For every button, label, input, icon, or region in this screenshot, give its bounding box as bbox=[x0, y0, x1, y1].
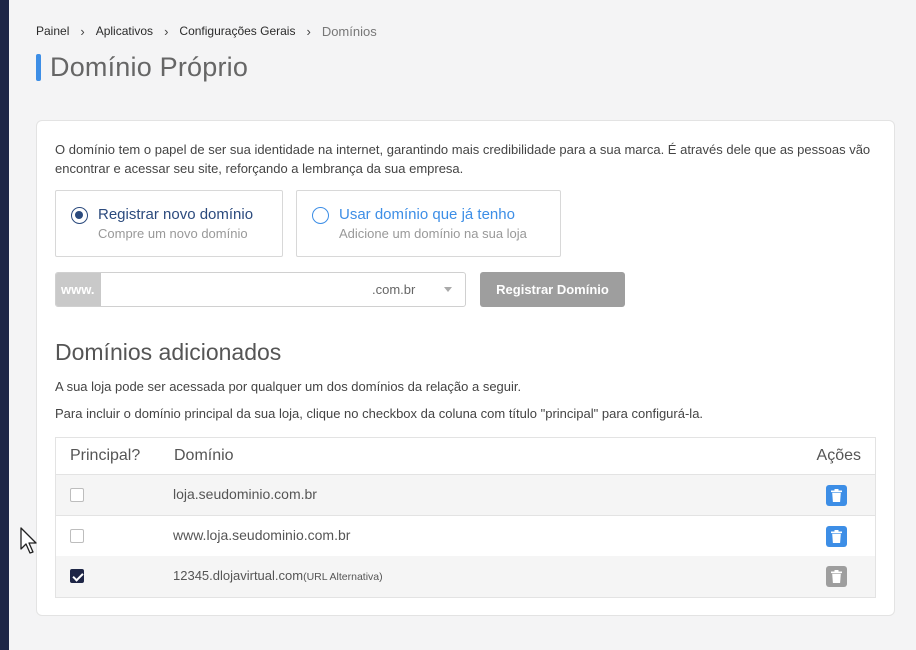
table-row: www.loja.seudominio.com.br bbox=[56, 516, 875, 557]
option-register-new-domain[interactable]: Registrar novo domínio Compre um novo do… bbox=[55, 190, 283, 257]
principal-checkbox[interactable] bbox=[70, 488, 84, 502]
table-row: loja.seudominio.com.br bbox=[56, 475, 875, 516]
page-title: Domínio Próprio bbox=[50, 51, 249, 82]
section-title: Domínios adicionados bbox=[55, 339, 282, 365]
breadcrumb-item-painel[interactable]: Painel bbox=[36, 24, 69, 38]
alternative-url-note: (URL Alternativa) bbox=[303, 571, 383, 583]
intro-text: O domínio tem o papel de ser sua identid… bbox=[55, 142, 871, 176]
option-title: Registrar novo domínio bbox=[98, 206, 254, 223]
domain-input[interactable] bbox=[101, 273, 351, 306]
column-header-principal: Principal? bbox=[70, 447, 141, 464]
tld-value: .com.br bbox=[372, 282, 416, 297]
column-header-dominio: Domínio bbox=[174, 447, 234, 464]
domain-name: loja.seudominio.com.br bbox=[173, 486, 317, 502]
radio-register-new[interactable] bbox=[71, 207, 88, 224]
domain-card: O domínio tem o papel de ser sua identid… bbox=[36, 120, 895, 616]
domain-name: www.loja.seudominio.com.br bbox=[173, 527, 351, 543]
mouse-cursor-icon bbox=[20, 527, 37, 554]
trash-icon bbox=[831, 530, 842, 543]
option-subtitle: Compre um novo domínio bbox=[98, 226, 248, 241]
option-subtitle: Adicione um domínio na sua loja bbox=[339, 226, 527, 241]
domains-table: Principal? Domínio Ações loja.seudominio… bbox=[55, 437, 876, 598]
breadcrumb: Painel › Aplicativos › Configurações Ger… bbox=[36, 22, 377, 40]
trash-icon bbox=[831, 570, 842, 583]
help-text: A sua loja pode ser acessada por qualque… bbox=[55, 379, 522, 394]
option-title: Usar domínio que já tenho bbox=[339, 206, 515, 223]
title-accent-bar bbox=[36, 53, 41, 81]
option-use-existing-domain[interactable]: Usar domínio que já tenho Adicione um do… bbox=[296, 190, 561, 257]
chevron-right-icon: › bbox=[306, 23, 311, 39]
breadcrumb-item-configuracoes[interactable]: Configurações Gerais bbox=[179, 24, 295, 38]
trash-icon bbox=[831, 489, 842, 502]
breadcrumb-item-aplicativos[interactable]: Aplicativos bbox=[96, 24, 153, 38]
caret-down-icon bbox=[444, 287, 452, 292]
domain-name: 12345.dlojavirtual.com(URL Alternativa) bbox=[173, 568, 383, 583]
principal-checkbox[interactable] bbox=[70, 569, 84, 583]
domain-input-group: www. .com.br bbox=[55, 272, 466, 307]
help-text: Para incluir o domínio principal da sua … bbox=[55, 406, 704, 421]
delete-domain-button[interactable] bbox=[826, 485, 847, 506]
delete-domain-button-disabled bbox=[826, 566, 847, 587]
chevron-right-icon: › bbox=[80, 23, 85, 39]
breadcrumb-current: Domínios bbox=[321, 23, 377, 39]
column-header-acoes: Ações bbox=[816, 447, 861, 464]
sidebar-edge bbox=[0, 0, 9, 650]
page-header: Domínio Próprio bbox=[36, 52, 248, 82]
delete-domain-button[interactable] bbox=[826, 526, 847, 547]
www-prefix: www. bbox=[56, 273, 101, 306]
chevron-right-icon: › bbox=[164, 23, 169, 39]
table-header: Principal? Domínio Ações bbox=[56, 438, 875, 475]
radio-use-existing[interactable] bbox=[312, 207, 329, 224]
principal-checkbox[interactable] bbox=[70, 529, 84, 543]
register-domain-button[interactable]: Registrar Domínio bbox=[480, 272, 625, 307]
table-row: 12345.dlojavirtual.com(URL Alternativa) bbox=[56, 556, 875, 597]
